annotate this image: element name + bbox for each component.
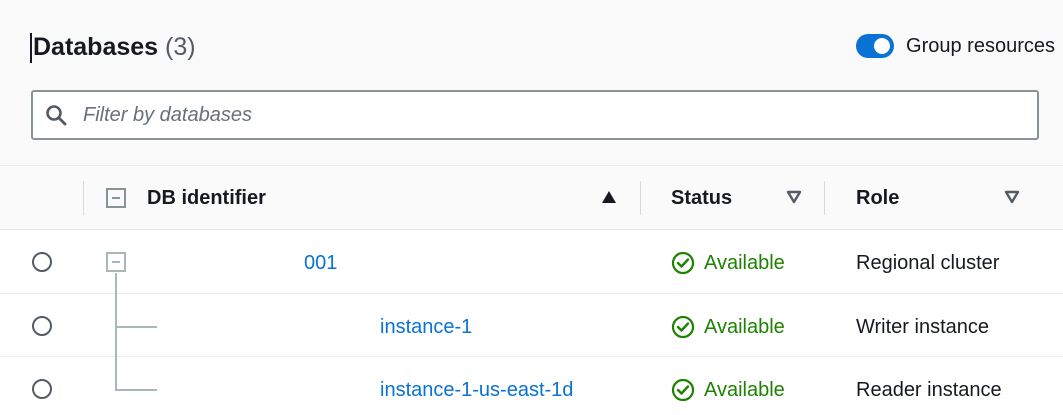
table-header: DB identifier Status Role bbox=[0, 165, 1063, 230]
toggle-knob bbox=[874, 38, 891, 54]
column-header-role[interactable]: Role bbox=[856, 186, 899, 210]
text-cursor bbox=[30, 33, 32, 63]
role-text: Writer instance bbox=[856, 316, 990, 338]
sort-ascending-icon[interactable] bbox=[601, 190, 617, 204]
db-identifier-link[interactable]: instance-1 bbox=[380, 315, 472, 339]
table-row: instance-1 Available Writer instance bbox=[0, 294, 1063, 357]
page-title: Databases (3) bbox=[33, 31, 196, 63]
status-text: Available bbox=[704, 379, 785, 401]
tree-connector bbox=[115, 273, 117, 390]
column-header-status[interactable]: Status bbox=[671, 186, 732, 210]
role-text: Reader instance bbox=[856, 379, 1002, 401]
tree-connector bbox=[115, 326, 157, 328]
table-row: 001 Available Regional cluster bbox=[0, 231, 1063, 294]
db-identifier-link[interactable]: 001 bbox=[304, 251, 337, 275]
check-circle-icon bbox=[671, 378, 695, 402]
row-select-radio[interactable] bbox=[32, 252, 52, 272]
status-text: Available bbox=[704, 316, 785, 338]
group-resources-toggle[interactable]: Group resources bbox=[856, 34, 1055, 58]
table-row: instance-1-us-east-1d Available Reader i… bbox=[0, 357, 1063, 415]
filter-box[interactable] bbox=[31, 90, 1039, 140]
collapse-icon[interactable] bbox=[106, 188, 126, 208]
page-header bbox=[0, 0, 1063, 165]
filter-databases-input[interactable] bbox=[83, 92, 1023, 138]
column-header-db-identifier[interactable]: DB identifier bbox=[147, 186, 266, 210]
db-identifier-link[interactable]: instance-1-us-east-1d bbox=[380, 378, 573, 402]
check-circle-icon bbox=[671, 315, 695, 339]
sort-icon[interactable] bbox=[1004, 190, 1020, 204]
sort-icon[interactable] bbox=[786, 190, 802, 204]
group-resources-label: Group resources bbox=[906, 34, 1055, 57]
database-count: (3) bbox=[165, 33, 196, 61]
status-badge: Available bbox=[671, 251, 785, 275]
status-badge: Available bbox=[671, 315, 785, 339]
search-icon bbox=[46, 105, 67, 126]
row-select-radio[interactable] bbox=[32, 316, 52, 336]
role-text: Regional cluster bbox=[856, 252, 1000, 274]
status-badge: Available bbox=[671, 378, 785, 402]
toggle-switch[interactable] bbox=[856, 34, 895, 58]
column-divider bbox=[640, 181, 641, 215]
row-select-radio[interactable] bbox=[32, 379, 52, 399]
status-text: Available bbox=[704, 252, 785, 274]
tree-connector bbox=[115, 389, 157, 391]
column-divider bbox=[83, 181, 84, 215]
column-divider bbox=[824, 181, 825, 215]
check-circle-icon bbox=[671, 251, 695, 275]
page-title-text: Databases bbox=[33, 33, 159, 61]
collapse-icon[interactable] bbox=[106, 252, 126, 272]
